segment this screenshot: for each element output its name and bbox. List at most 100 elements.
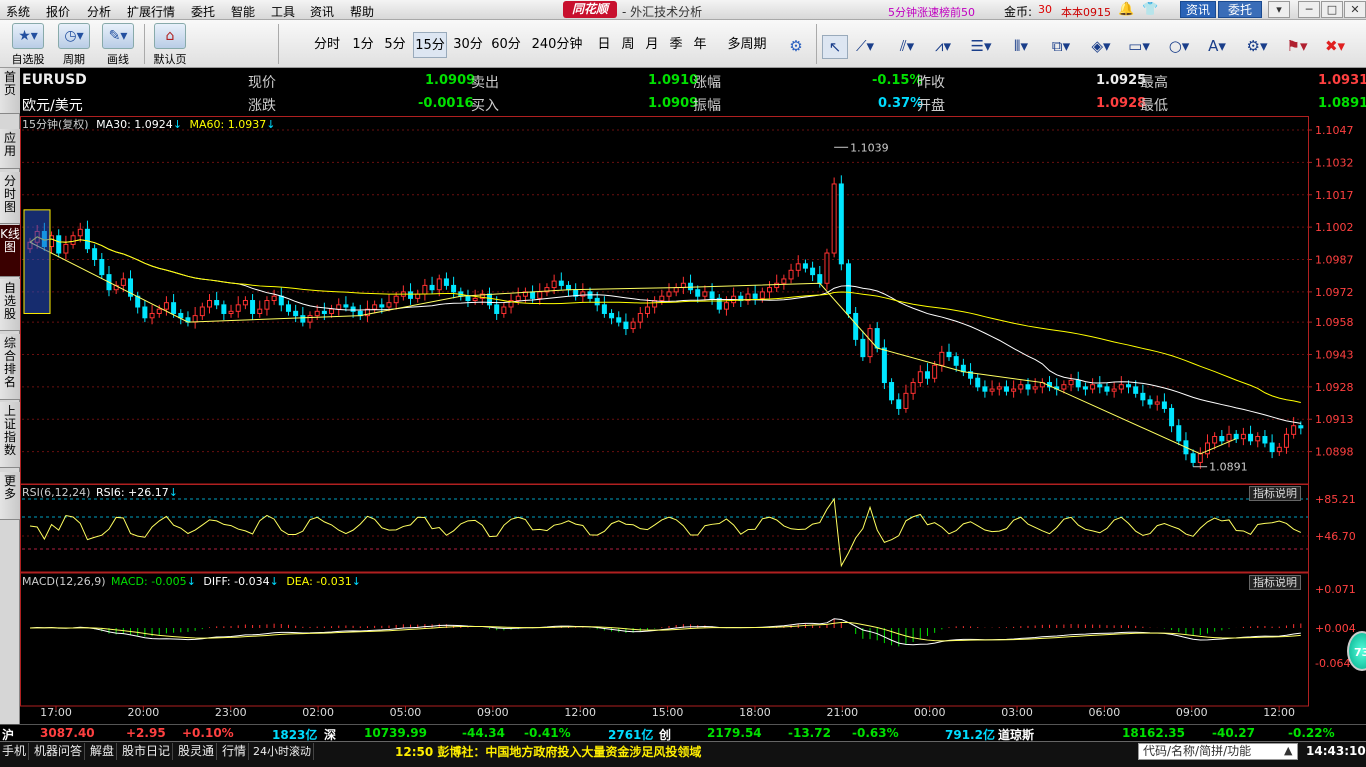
clock: 14:43:10 bbox=[1306, 744, 1366, 758]
cursor-icon[interactable]: ↖ bbox=[822, 35, 848, 59]
rsi-indicator-help-button[interactable]: 指标说明 bbox=[1249, 486, 1301, 501]
ellipse-tool-icon[interactable]: ○▾ bbox=[1166, 35, 1192, 59]
menu-analysis[interactable]: 分析 bbox=[87, 3, 111, 20]
candle-down bbox=[709, 291, 715, 299]
tab-ranking[interactable]: 综合排名 bbox=[0, 334, 20, 400]
candle-up bbox=[1255, 436, 1261, 442]
menu-news[interactable]: 资讯 bbox=[310, 3, 334, 20]
tab-home[interactable]: 首页 bbox=[0, 68, 20, 114]
menu-extended[interactable]: 扩展行情 bbox=[127, 3, 175, 20]
period-15min[interactable]: 15分 bbox=[413, 32, 447, 58]
shirt-icon[interactable]: 👕 bbox=[1142, 2, 1158, 17]
candle-down bbox=[1082, 386, 1088, 390]
candle-down bbox=[142, 306, 148, 319]
gann-tool-icon[interactable]: ⦀▾ bbox=[1008, 35, 1034, 59]
tab-mobile[interactable]: 手机 bbox=[0, 743, 30, 760]
period-day[interactable]: 日 bbox=[594, 32, 614, 58]
candle-down bbox=[408, 291, 414, 299]
toolbar-divider bbox=[144, 24, 145, 64]
candle-down bbox=[609, 312, 615, 319]
pct-value: -0.15% bbox=[872, 73, 923, 88]
tab-gulingtong[interactable]: 股灵通 bbox=[176, 743, 218, 760]
candle-down bbox=[688, 282, 694, 291]
candle-down bbox=[1233, 433, 1239, 440]
tab-kline[interactable]: K线图 bbox=[0, 225, 20, 277]
tab-robot-qa[interactable]: 机器问答 bbox=[32, 743, 86, 760]
tab-timeshare[interactable]: 分时图 bbox=[0, 172, 20, 224]
period-season[interactable]: 季 bbox=[666, 32, 686, 58]
minimize-icon[interactable]: ─ bbox=[1298, 1, 1320, 18]
dj-change: -40.27 bbox=[1212, 726, 1255, 740]
bell-icon[interactable]: 🔔 bbox=[1118, 2, 1134, 17]
period-5min[interactable]: 5分 bbox=[380, 32, 410, 58]
candle-down bbox=[558, 280, 564, 286]
period-multi[interactable]: 多周期 bbox=[722, 32, 772, 58]
dea-arrow-icon: ↓ bbox=[351, 575, 361, 588]
delete-tool-icon[interactable]: ✖▾ bbox=[1322, 35, 1348, 59]
tab-apps[interactable]: 应用 bbox=[0, 129, 20, 169]
pct-label: 涨幅 bbox=[693, 75, 721, 91]
menu-trade[interactable]: 委托 bbox=[191, 3, 215, 20]
default-page-button[interactable]: ⌂ 默认页 bbox=[150, 23, 190, 66]
menu-arrow-icon[interactable]: ▾ bbox=[1268, 1, 1290, 18]
layer-tool-icon[interactable]: ◈▾ bbox=[1088, 35, 1114, 59]
tab-market[interactable]: 行情 bbox=[220, 743, 250, 760]
kline-chart[interactable]: 1.1047 1.1032 1.1017 1.1002 1.0987 1.0972 1.09… bbox=[20, 116, 1366, 724]
candle-down bbox=[946, 351, 952, 358]
candle-down bbox=[752, 293, 758, 299]
close-icon[interactable]: ✕ bbox=[1344, 1, 1366, 18]
rank-ticker[interactable]: 5分钟涨速榜前50 bbox=[888, 4, 975, 20]
maximize-icon[interactable]: □ bbox=[1321, 1, 1343, 18]
period-month[interactable]: 月 bbox=[642, 32, 662, 58]
menu-system[interactable]: 系统 bbox=[6, 3, 30, 20]
tab-watchlist[interactable]: 自选股 bbox=[0, 279, 20, 331]
fib-tool-icon[interactable]: ☰▾ bbox=[968, 35, 994, 59]
candle-down bbox=[881, 347, 887, 384]
menu-smart[interactable]: 智能 bbox=[231, 3, 255, 20]
period-1min[interactable]: 1分 bbox=[348, 32, 378, 58]
wave-tool-icon[interactable]: ⩘▾ bbox=[930, 35, 956, 59]
candle-down bbox=[1075, 379, 1081, 388]
trade-button[interactable]: 委托 bbox=[1218, 1, 1262, 18]
news-ticker[interactable]: 12:50 彭博社：中国地方政府投入大量资金涉足风投领域 bbox=[395, 743, 701, 760]
period-60min[interactable]: 60分 bbox=[488, 32, 524, 58]
line-tool-icon[interactable]: ⟋▾ bbox=[852, 35, 878, 59]
tab-market-analysis[interactable]: 解盘 bbox=[88, 743, 118, 760]
bookmark-tool-icon[interactable]: ⚑▾ bbox=[1284, 35, 1310, 59]
period-week[interactable]: 周 bbox=[618, 32, 638, 58]
channel-tool-icon[interactable]: ⧉▾ bbox=[1048, 35, 1074, 59]
macd-indicator-help-button[interactable]: 指标说明 bbox=[1249, 575, 1301, 590]
news-button[interactable]: 资讯 bbox=[1180, 1, 1216, 18]
selected-candle-highlight bbox=[23, 209, 51, 314]
period-240min[interactable]: 240分钟 bbox=[528, 32, 586, 58]
text-tool-icon[interactable]: A▾ bbox=[1204, 35, 1230, 59]
diff-arrow-icon: ↓ bbox=[269, 575, 279, 588]
period-30min[interactable]: 30分 bbox=[450, 32, 486, 58]
rect-tool-icon[interactable]: ▭▾ bbox=[1126, 35, 1152, 59]
period-fenshi[interactable]: 分时 bbox=[309, 32, 345, 58]
tab-sh-index[interactable]: 上证指数 bbox=[0, 402, 20, 468]
candle-up bbox=[673, 287, 679, 293]
draw-button[interactable]: ✎▾ 画线 bbox=[99, 23, 137, 66]
search-input[interactable]: 代码/名称/简拼/功能 bbox=[1138, 743, 1298, 760]
tab-more[interactable]: 更多 bbox=[0, 472, 20, 520]
candle-up bbox=[551, 280, 557, 289]
menu-help[interactable]: 帮助 bbox=[350, 3, 374, 20]
settings-gear-icon[interactable]: ⚙ bbox=[783, 35, 809, 59]
app-logo: 同花顺 bbox=[563, 1, 617, 18]
menu-tools[interactable]: 工具 bbox=[271, 3, 295, 20]
period-year[interactable]: 年 bbox=[690, 32, 710, 58]
time-axis-label: 06:00 bbox=[1089, 706, 1121, 719]
chart-canvas[interactable]: 1.1047 1.1032 1.1017 1.1002 1.0987 1.0972 1.09… bbox=[20, 116, 1366, 724]
search-dropdown-icon[interactable]: ▲ bbox=[1284, 744, 1292, 757]
watchlist-button[interactable]: ★▾ 自选股 bbox=[8, 23, 48, 66]
parallel-tool-icon[interactable]: ⫽▾ bbox=[894, 35, 920, 59]
gear-tool-icon[interactable]: ⚙▾ bbox=[1244, 35, 1270, 59]
period-button[interactable]: ◷▾ 周期 bbox=[55, 23, 93, 66]
tab-24h-news[interactable]: 24小时滚动 bbox=[251, 743, 314, 760]
tab-diary[interactable]: 股市日记 bbox=[120, 743, 174, 760]
menu-quote[interactable]: 报价 bbox=[46, 3, 70, 20]
candle-down bbox=[343, 304, 349, 308]
candle-up bbox=[70, 235, 76, 245]
clock-icon: ◷▾ bbox=[58, 23, 90, 49]
